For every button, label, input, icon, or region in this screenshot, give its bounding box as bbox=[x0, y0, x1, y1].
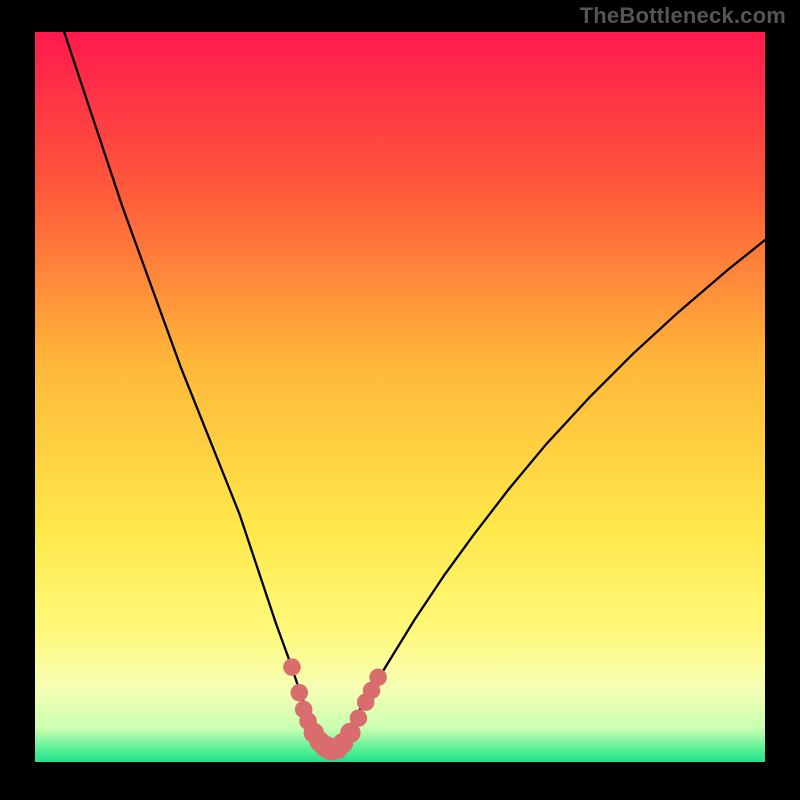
data-marker bbox=[350, 709, 368, 727]
data-marker bbox=[283, 658, 301, 676]
watermark-label: TheBottleneck.com bbox=[580, 3, 786, 29]
data-marker bbox=[369, 669, 387, 687]
bottleneck-chart bbox=[0, 0, 800, 800]
chart-container: { "watermark": "TheBottleneck.com", "col… bbox=[0, 0, 800, 800]
data-marker bbox=[291, 684, 309, 702]
